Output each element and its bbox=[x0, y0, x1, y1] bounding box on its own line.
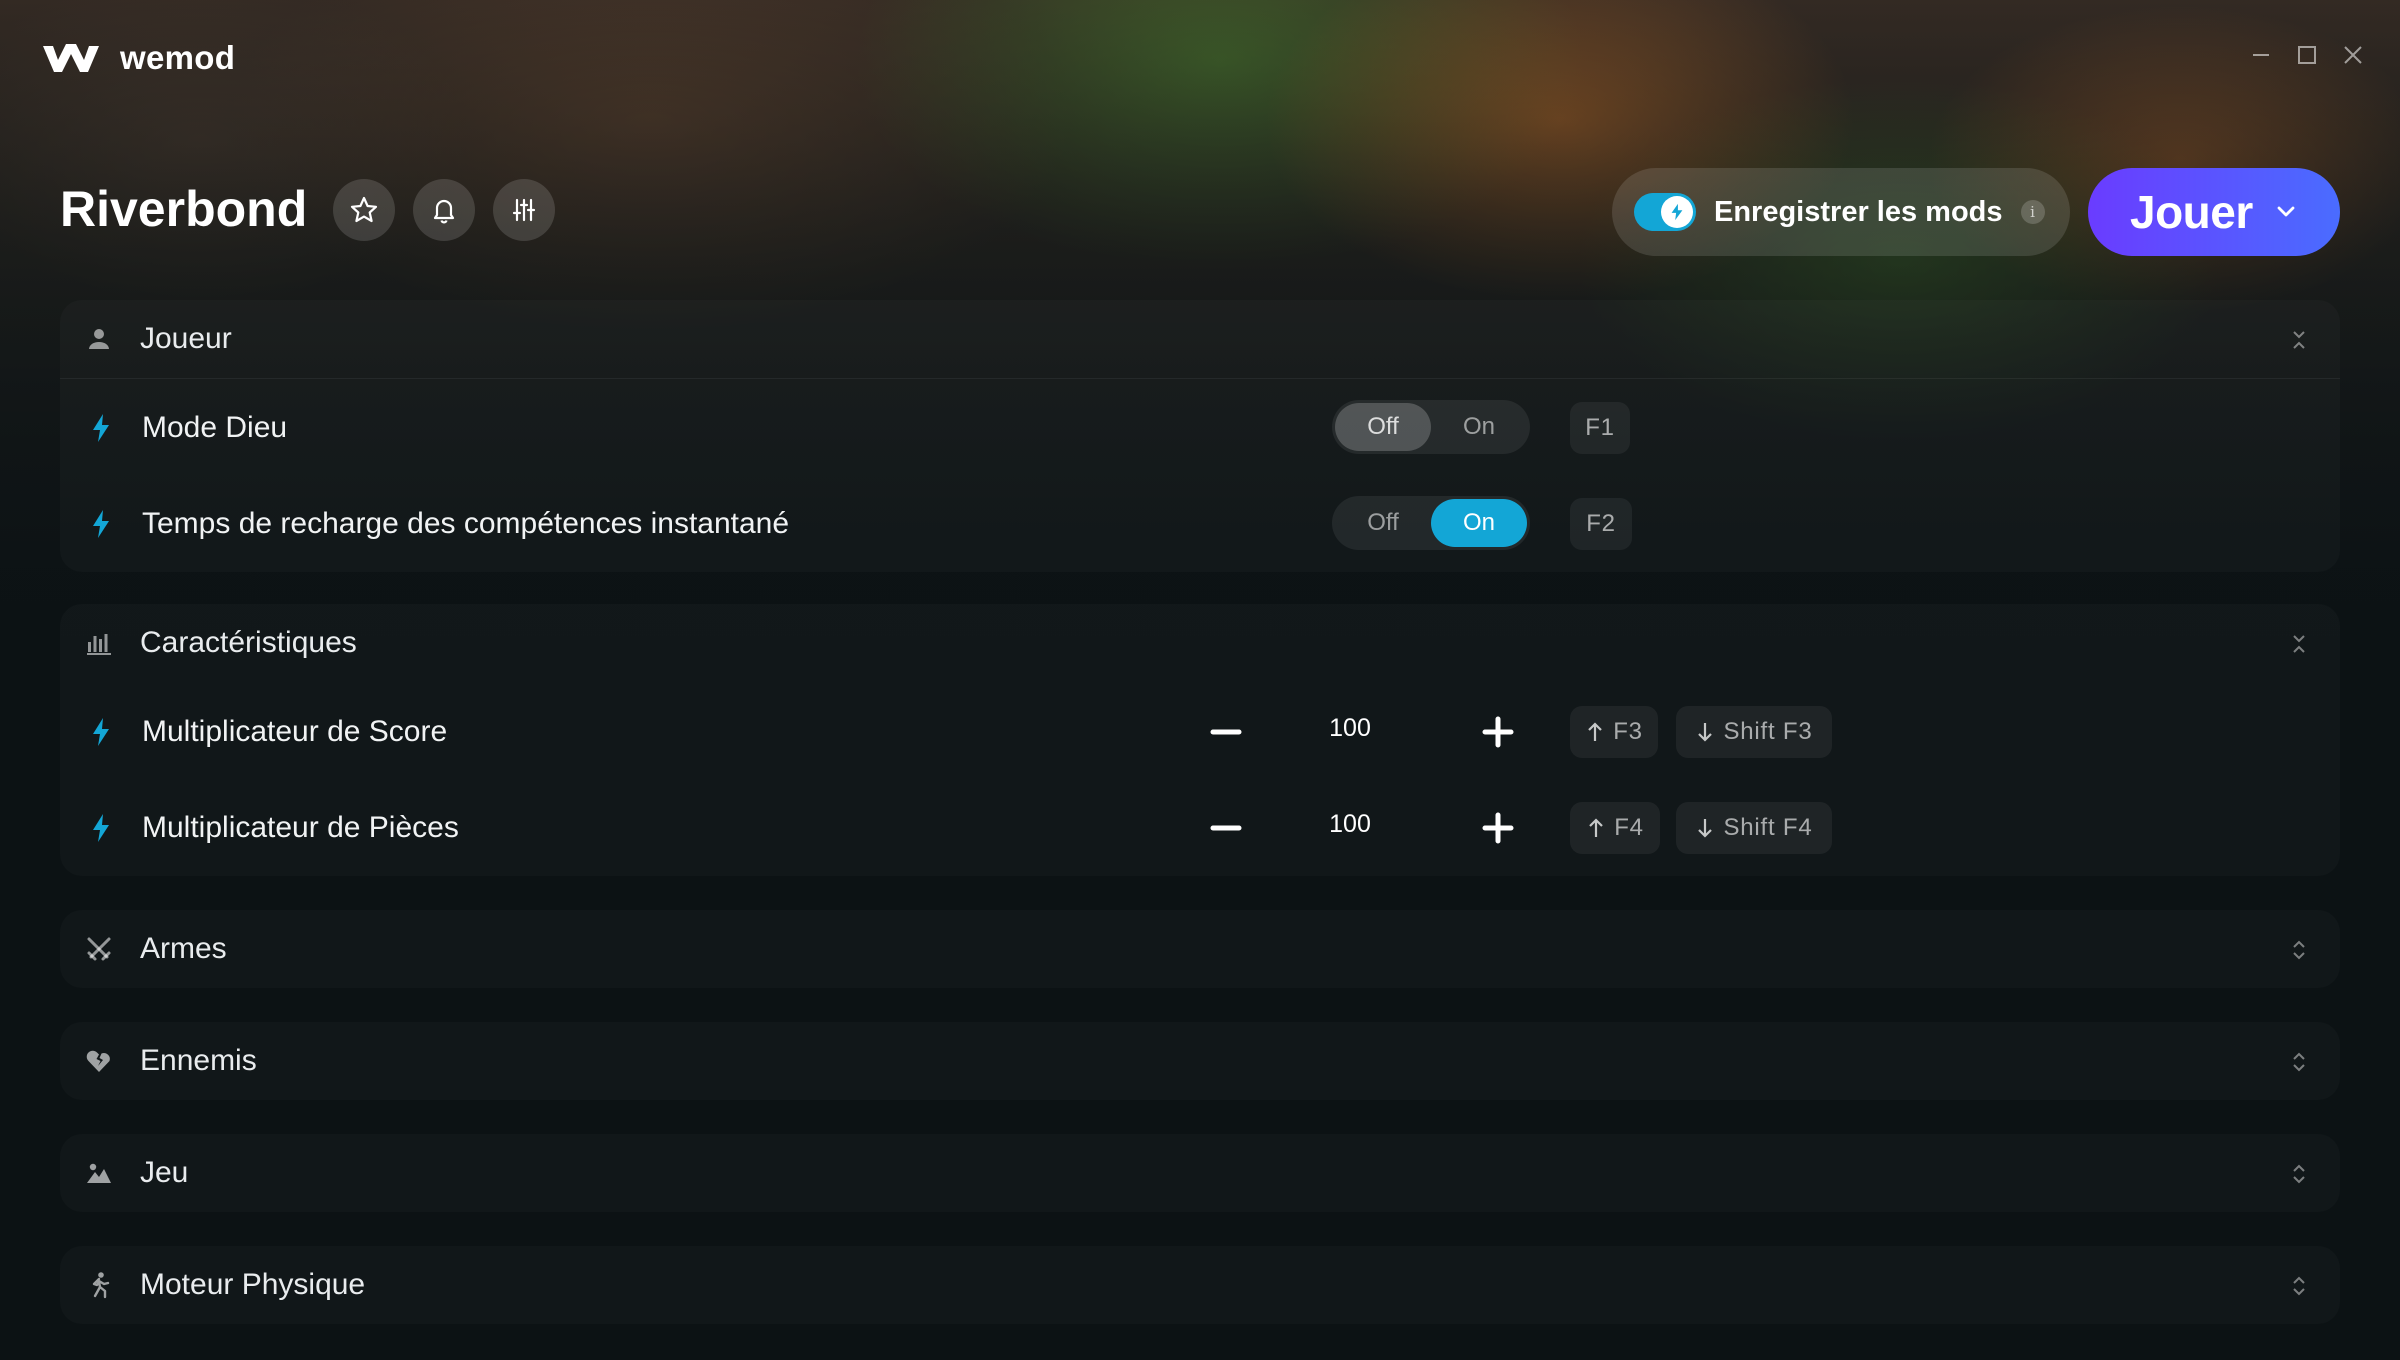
stepper-value[interactable]: 100 bbox=[1310, 714, 1390, 743]
toggle-on-option[interactable]: On bbox=[1431, 403, 1527, 451]
category-label: Ennemis bbox=[140, 1044, 257, 1077]
toggle-off-option[interactable]: Off bbox=[1335, 403, 1431, 451]
mod-label: Mode Dieu bbox=[142, 411, 288, 444]
game-header-actions bbox=[333, 179, 555, 241]
hotkey-label: F1 bbox=[1585, 414, 1615, 441]
category-header-ennemis[interactable]: Ennemis bbox=[60, 1022, 2340, 1100]
game-settings-button[interactable] bbox=[493, 179, 555, 241]
arrow-up-icon bbox=[1588, 722, 1602, 741]
bolt-icon bbox=[93, 718, 109, 746]
hotkey-badge[interactable]: F1 bbox=[1570, 402, 1630, 454]
chevron-down-icon[interactable] bbox=[2273, 199, 2299, 225]
collapse-chevron-icon[interactable] bbox=[2288, 326, 2310, 354]
hotkey-label: F2 bbox=[1586, 510, 1616, 537]
category-panel-joueur: Joueur Mode Dieu Off On F1 Temps de rech… bbox=[60, 300, 2340, 572]
info-icon[interactable]: i bbox=[2020, 200, 2045, 224]
category-panel-moteur-physique[interactable]: Moteur Physique bbox=[60, 1246, 2340, 1324]
expand-chevron-icon[interactable] bbox=[2288, 1160, 2310, 1188]
sliders-icon bbox=[512, 198, 536, 222]
category-label: Caractéristiques bbox=[140, 626, 357, 659]
favorite-button[interactable] bbox=[333, 179, 395, 241]
toggle-off-option[interactable]: Off bbox=[1335, 499, 1431, 547]
arrow-up-icon bbox=[1589, 818, 1603, 837]
hotkey-increase-badge[interactable]: F3 bbox=[1570, 706, 1658, 758]
increase-button[interactable] bbox=[1478, 808, 1518, 848]
bell-icon bbox=[433, 199, 455, 224]
save-mods-toggle[interactable] bbox=[1634, 193, 1696, 231]
mod-label: Multiplicateur de Pièces bbox=[142, 811, 459, 844]
mod-row-recharge-instantane: Temps de recharge des compétences instan… bbox=[60, 476, 2340, 572]
increase-button[interactable] bbox=[1478, 712, 1518, 752]
bolt-icon bbox=[93, 414, 109, 442]
window-controls bbox=[2250, 44, 2364, 66]
hotkey-decrease-badge[interactable]: Shift F3 bbox=[1676, 706, 1832, 758]
category-panel-ennemis[interactable]: Ennemis bbox=[60, 1022, 2340, 1100]
minimize-icon[interactable] bbox=[2250, 44, 2272, 66]
decrease-button[interactable] bbox=[1206, 712, 1246, 752]
hotkey-increase-badge[interactable]: F4 bbox=[1570, 802, 1660, 854]
save-mods-label: Enregistrer les mods bbox=[1714, 195, 2003, 228]
category-header-armes[interactable]: Armes bbox=[60, 910, 2340, 988]
hotkey-label: F3 bbox=[1613, 718, 1643, 745]
collapse-chevron-icon[interactable] bbox=[2288, 630, 2310, 658]
recharge-toggle[interactable]: Off On bbox=[1332, 496, 1530, 550]
category-label: Jeu bbox=[140, 1156, 189, 1189]
hotkey-badge[interactable]: F2 bbox=[1570, 498, 1632, 550]
wemod-logo-icon bbox=[43, 44, 99, 72]
hotkey-label: Shift F4 bbox=[1723, 814, 1813, 841]
category-header-moteur-physique[interactable]: Moteur Physique bbox=[60, 1246, 2340, 1324]
save-toggle-knob bbox=[1661, 196, 1693, 228]
expand-chevron-icon[interactable] bbox=[2288, 1272, 2310, 1300]
game-title: Riverbond bbox=[60, 181, 308, 237]
notifications-button[interactable] bbox=[413, 179, 475, 241]
hotkey-decrease-badge[interactable]: Shift F4 bbox=[1676, 802, 1832, 854]
mod-label: Multiplicateur de Score bbox=[142, 715, 448, 748]
hotkey-label: Shift F3 bbox=[1723, 718, 1813, 745]
arrow-down-icon bbox=[1698, 819, 1713, 838]
mod-label: Temps de recharge des compétences instan… bbox=[142, 507, 790, 540]
stepper-value[interactable]: 100 bbox=[1310, 810, 1390, 839]
category-header-caracteristiques[interactable]: Caractéristiques bbox=[60, 604, 2340, 682]
category-header-jeu[interactable]: Jeu bbox=[60, 1134, 2340, 1212]
plus-icon bbox=[1482, 812, 1514, 844]
category-divider bbox=[60, 378, 2340, 379]
play-button-label: Jouer bbox=[2130, 186, 2253, 238]
expand-chevron-icon[interactable] bbox=[2288, 1048, 2310, 1076]
bar-chart-icon bbox=[87, 634, 111, 655]
swords-icon bbox=[87, 937, 111, 961]
bolt-icon bbox=[1671, 203, 1683, 221]
category-label: Moteur Physique bbox=[140, 1268, 366, 1301]
category-panel-caracteristiques: Caractéristiques Multiplicateur de Score… bbox=[60, 604, 2340, 876]
hotkey-label: F4 bbox=[1614, 814, 1644, 841]
user-icon bbox=[89, 329, 109, 349]
close-icon[interactable] bbox=[2342, 44, 2364, 66]
save-mods-control[interactable]: Enregistrer les mods i bbox=[1612, 168, 2070, 256]
play-button[interactable]: Jouer bbox=[2088, 168, 2340, 256]
mod-row-mode-dieu: Mode Dieu Off On F1 bbox=[60, 380, 2340, 476]
minus-icon bbox=[1210, 729, 1242, 735]
category-panel-armes[interactable]: Armes bbox=[60, 910, 2340, 988]
category-panel-jeu[interactable]: Jeu bbox=[60, 1134, 2340, 1212]
category-header-joueur[interactable]: Joueur bbox=[60, 300, 2340, 378]
arrow-down-icon bbox=[1698, 723, 1713, 742]
running-person-icon bbox=[92, 1272, 110, 1299]
bolt-icon bbox=[93, 814, 109, 842]
star-icon bbox=[350, 196, 378, 223]
mod-row-multiplicateur-score: Multiplicateur de Score 100 F3 Shift F3 bbox=[60, 684, 2340, 780]
toggle-on-option[interactable]: On bbox=[1431, 499, 1527, 547]
mod-row-multiplicateur-pieces: Multiplicateur de Pièces 100 F4 Shift F4 bbox=[60, 780, 2340, 876]
category-label: Joueur bbox=[140, 322, 232, 355]
app-logo[interactable]: wemod bbox=[40, 38, 235, 78]
bolt-icon bbox=[93, 510, 109, 538]
plus-icon bbox=[1482, 716, 1514, 748]
expand-chevron-icon[interactable] bbox=[2288, 936, 2310, 964]
broken-heart-icon bbox=[86, 1050, 110, 1072]
decrease-button[interactable] bbox=[1206, 808, 1246, 848]
maximize-icon[interactable] bbox=[2296, 44, 2318, 66]
category-label: Armes bbox=[140, 932, 227, 965]
minus-icon bbox=[1210, 825, 1242, 831]
mode-dieu-toggle[interactable]: Off On bbox=[1332, 400, 1530, 454]
app-brand-name: wemod bbox=[120, 39, 236, 76]
landscape-icon bbox=[87, 1163, 111, 1183]
